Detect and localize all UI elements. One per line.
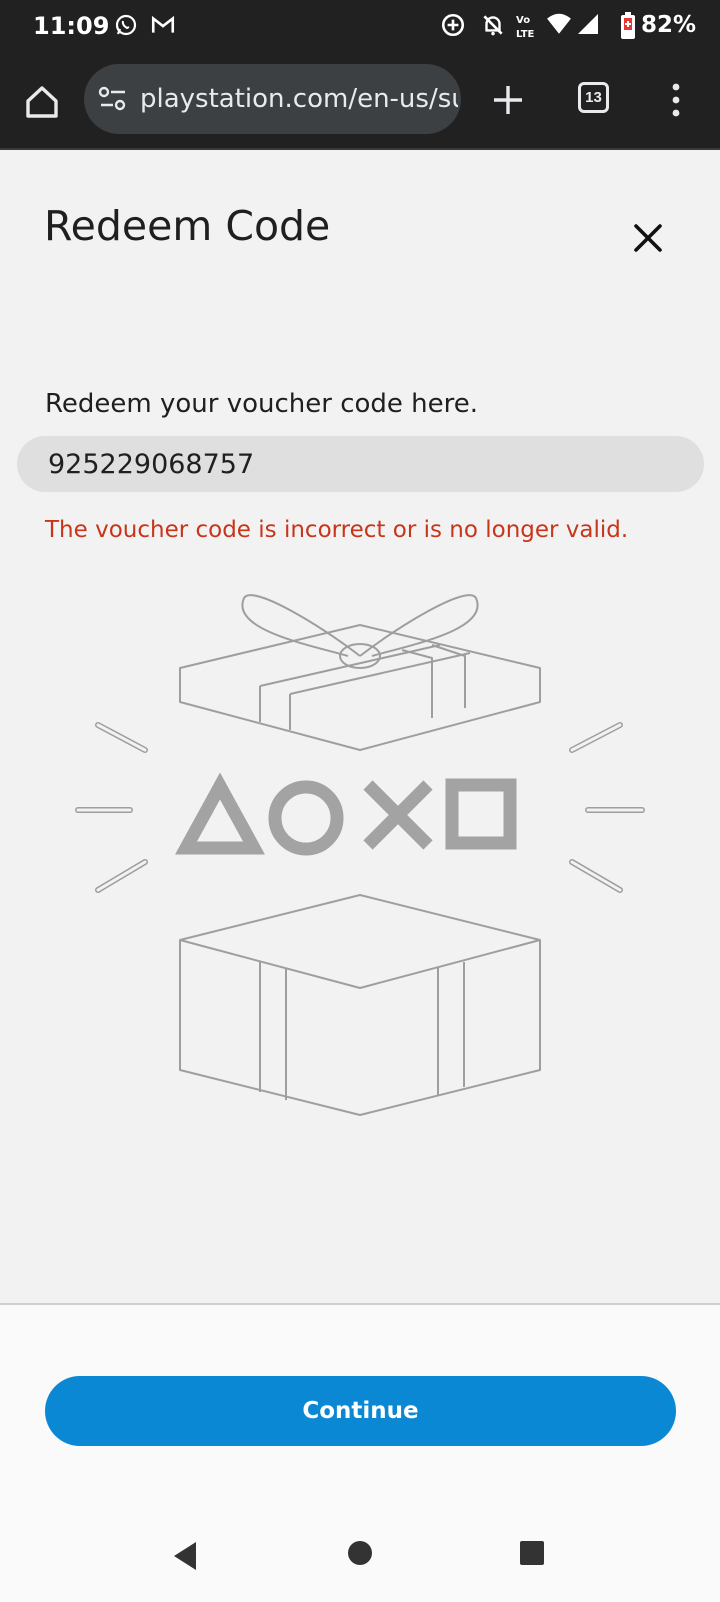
battery-icon	[621, 12, 635, 39]
bell-off-icon	[483, 15, 503, 36]
status-bar: 11:09 Vo LTE 82%	[0, 0, 720, 52]
signal-icon	[578, 14, 598, 34]
recents-icon[interactable]	[519, 1540, 545, 1566]
wifi-icon	[547, 13, 571, 34]
gift-bow-right	[359, 594, 479, 657]
address-bar[interactable]: playstation.com/en-us/su	[84, 64, 461, 134]
site-settings-icon[interactable]	[98, 86, 128, 112]
cross-symbol	[363, 780, 433, 850]
voucher-field-label: Redeem your voucher code here.	[45, 389, 479, 419]
gift-illustration	[75, 594, 645, 1116]
url-text: playstation.com/en-us/su	[140, 84, 458, 114]
svg-text:LTE: LTE	[516, 29, 535, 40]
whatsapp-icon	[115, 14, 137, 36]
circle-symbol	[268, 780, 344, 856]
gift-bow-left	[241, 594, 361, 657]
new-tab-icon[interactable]	[490, 82, 526, 118]
voucher-code-input[interactable]	[17, 436, 704, 492]
page-title: Redeem Code	[44, 202, 331, 250]
continue-button[interactable]: Continue	[45, 1376, 676, 1446]
tab-switcher-button[interactable]: 13	[578, 82, 609, 113]
browser-toolbar: playstation.com/en-us/su 13	[0, 52, 720, 150]
more-menu-icon[interactable]	[664, 80, 688, 120]
home-nav-icon[interactable]	[347, 1540, 373, 1566]
volte-icon: Vo LTE	[516, 15, 535, 40]
gift-box	[179, 894, 541, 1116]
status-time: 11:09	[33, 12, 110, 40]
close-icon[interactable]	[628, 218, 668, 258]
gmail-icon	[151, 15, 175, 33]
svg-text:Vo: Vo	[516, 15, 530, 26]
triangle-symbol	[175, 772, 265, 855]
error-message: The voucher code is incorrect or is no l…	[45, 517, 629, 543]
data-saver-icon	[441, 13, 465, 37]
square-symbol	[445, 778, 517, 850]
home-icon[interactable]	[22, 82, 62, 122]
back-icon[interactable]	[170, 1540, 200, 1572]
battery-percent: 82%	[641, 12, 697, 38]
